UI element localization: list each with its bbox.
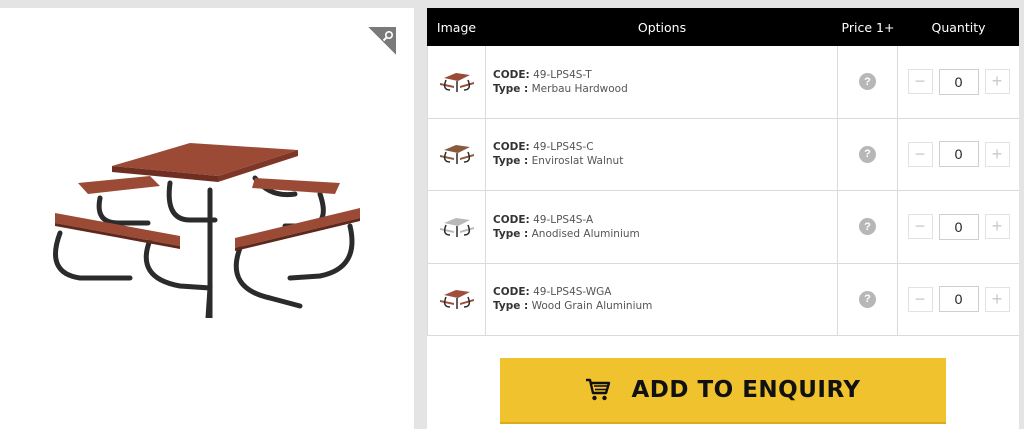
row-price: ?	[838, 191, 898, 263]
decrement-button[interactable]: −	[907, 141, 933, 167]
type-label: Type :	[493, 227, 529, 240]
table-header: Image Options Price 1+ Quantity	[427, 8, 1019, 46]
type-label: Type :	[493, 82, 529, 95]
code-label: CODE:	[493, 68, 530, 81]
header-image: Image	[436, 19, 477, 35]
decrement-button[interactable]: −	[907, 214, 933, 240]
quantity-input[interactable]	[938, 213, 979, 240]
row-options: CODE: 49-LPS4S-T Type : Merbau Hardwood	[486, 46, 838, 118]
code-line: CODE: 49-LPS4S-A	[493, 213, 593, 227]
header-options: Options	[637, 19, 687, 35]
row-options: CODE: 49-LPS4S-C Type : Enviroslat Walnu…	[486, 118, 838, 190]
question-icon[interactable]: ?	[859, 145, 876, 163]
row-options: CODE: 49-LPS4S-WGA Type : Wood Grain Alu…	[486, 263, 838, 335]
type-label: Type :	[493, 300, 529, 313]
code-line: CODE: 49-LPS4S-C	[493, 140, 594, 154]
product-type: Enviroslat Walnut	[531, 155, 624, 168]
quantity-input[interactable]	[938, 141, 979, 168]
quantity-stepper: − +	[898, 191, 1019, 263]
product-type: Merbau Hardwood	[531, 82, 628, 95]
quantity-input[interactable]	[938, 68, 979, 95]
product-thumbnail	[439, 217, 474, 237]
product-code: 49-LPS4S-WGA	[533, 286, 612, 299]
row-thumbnail[interactable]	[427, 118, 486, 190]
increment-button[interactable]: +	[984, 141, 1010, 167]
header-quantity: Quantity	[931, 19, 986, 35]
type-line: Type : Merbau Hardwood	[493, 82, 628, 96]
row-price: ?	[838, 46, 898, 118]
magnifier-icon	[382, 30, 394, 42]
code-line: CODE: 49-LPS4S-T	[493, 68, 592, 82]
table-row: CODE: 49-LPS4S-A Type : Anodised Alumini…	[427, 191, 1019, 264]
question-icon[interactable]: ?	[859, 290, 876, 308]
product-code: 49-LPS4S-A	[533, 213, 594, 226]
quantity-stepper: − +	[898, 119, 1019, 191]
table-row: CODE: 49-LPS4S-C Type : Enviroslat Walnu…	[427, 118, 1019, 191]
product-code: 49-LPS4S-C	[533, 141, 594, 154]
quantity-stepper: − +	[898, 46, 1019, 118]
product-thumbnail	[439, 72, 474, 92]
row-price: ?	[838, 263, 898, 335]
question-icon[interactable]: ?	[859, 73, 876, 91]
product-type: Wood Grain Aluminium	[531, 300, 653, 313]
row-thumbnail[interactable]	[427, 263, 486, 335]
type-label: Type :	[493, 155, 529, 168]
product-thumbnail	[439, 290, 474, 310]
table-row: CODE: 49-LPS4S-WGA Type : Wood Grain Alu…	[427, 263, 1019, 336]
options-panel: Image Options Price 1+ Quantity CODE: 49…	[427, 8, 1019, 429]
cart-icon	[586, 378, 611, 401]
row-price: ?	[838, 118, 898, 190]
quantity-stepper: − +	[898, 264, 1019, 336]
type-line: Type : Anodised Aluminium	[493, 227, 640, 241]
quantity-input[interactable]	[938, 286, 979, 313]
code-label: CODE:	[493, 286, 530, 299]
increment-button[interactable]: +	[984, 69, 1010, 95]
code-label: CODE:	[493, 141, 530, 154]
type-line: Type : Enviroslat Walnut	[493, 154, 623, 168]
product-gallery	[0, 8, 414, 429]
row-thumbnail[interactable]	[427, 191, 486, 263]
increment-button[interactable]: +	[984, 214, 1010, 240]
question-icon[interactable]: ?	[859, 218, 876, 236]
zoom-button[interactable]	[368, 27, 396, 55]
type-line: Type : Wood Grain Aluminium	[493, 299, 652, 313]
header-price: Price 1+	[841, 19, 895, 35]
product-thumbnail	[439, 145, 474, 165]
decrement-button[interactable]: −	[907, 286, 933, 312]
code-line: CODE: 49-LPS4S-WGA	[493, 285, 612, 299]
table-row: CODE: 49-LPS4S-T Type : Merbau Hardwood …	[427, 46, 1019, 119]
row-options: CODE: 49-LPS4S-A Type : Anodised Alumini…	[486, 191, 838, 263]
row-thumbnail[interactable]	[427, 46, 486, 118]
product-image[interactable]	[40, 128, 380, 318]
product-type: Anodised Aluminium	[531, 227, 640, 240]
product-code: 49-LPS4S-T	[533, 68, 592, 81]
add-to-enquiry-button[interactable]: ADD TO ENQUIRY	[500, 358, 946, 424]
code-label: CODE:	[493, 213, 530, 226]
decrement-button[interactable]: −	[907, 69, 933, 95]
add-to-enquiry-label: ADD TO ENQUIRY	[631, 377, 861, 403]
increment-button[interactable]: +	[984, 286, 1010, 312]
